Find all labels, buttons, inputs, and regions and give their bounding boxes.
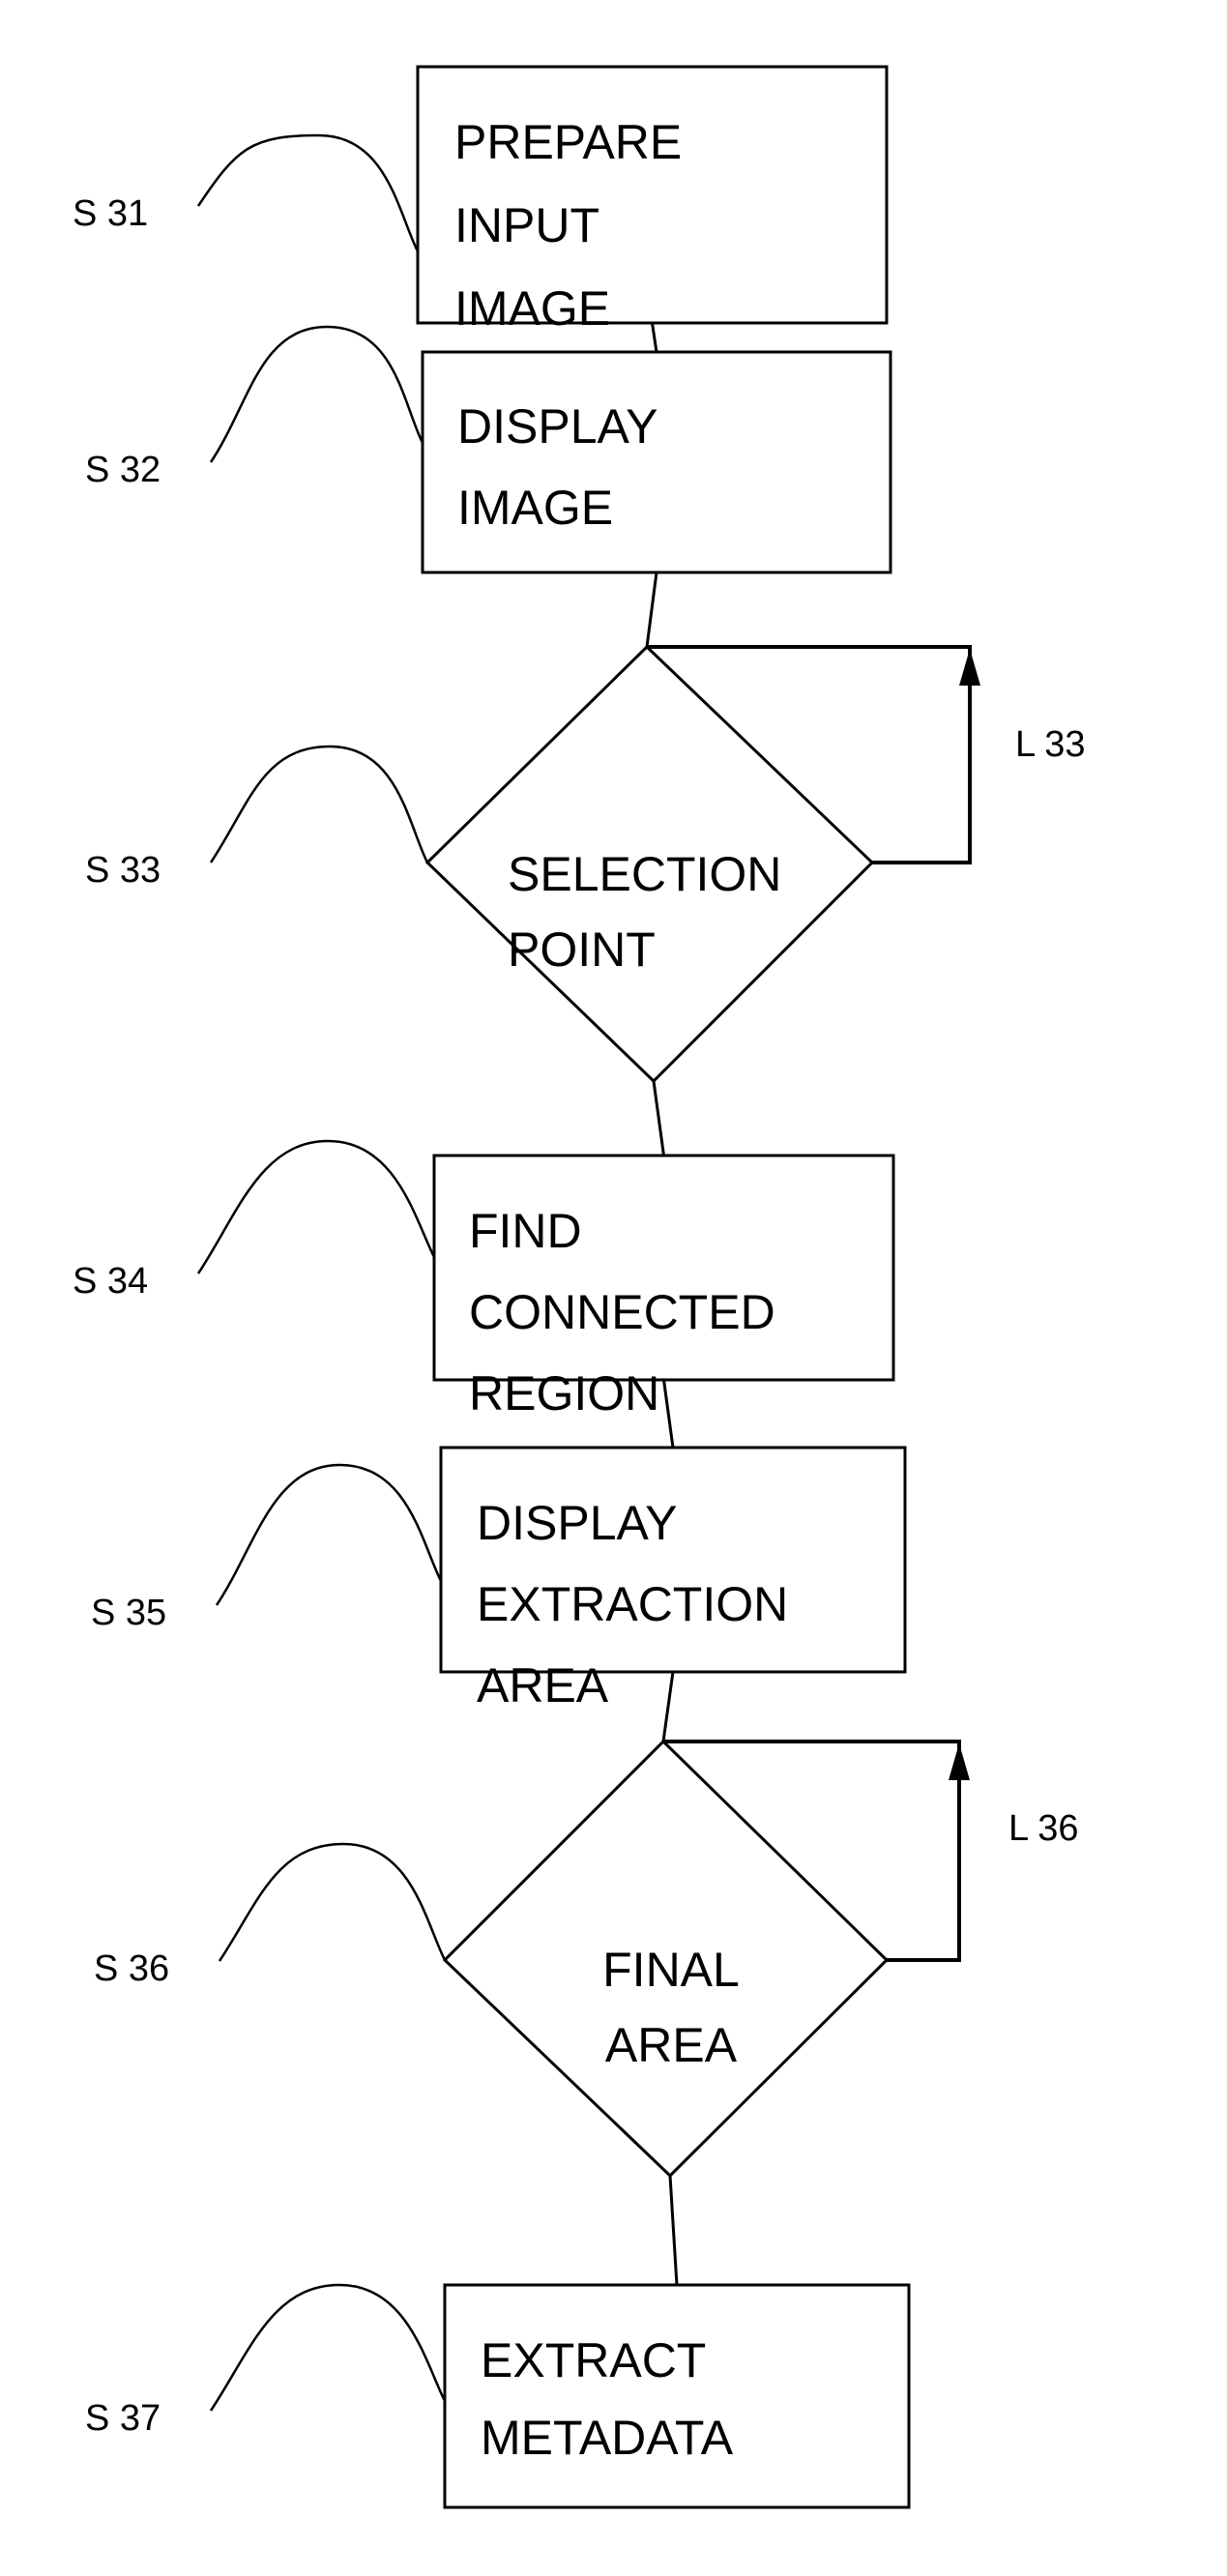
node-label-line: EXTRACTION <box>477 1577 788 1631</box>
node-label-line: AREA <box>605 2018 738 2072</box>
leader-line <box>209 745 429 864</box>
node-label-line: AREA <box>477 1658 609 1712</box>
step-ref-label: S 31 <box>73 193 148 234</box>
node-label-line: IMAGE <box>454 281 610 336</box>
node-label-line: METADATA <box>481 2411 734 2465</box>
decision-s36: FINAL AREA S 36 <box>94 1739 890 2179</box>
connector-s32-s33 <box>645 571 658 648</box>
node-label-line: POINT <box>508 922 656 977</box>
leader-line <box>218 1842 447 1962</box>
step-ref-label: S 33 <box>85 850 161 891</box>
process-box <box>421 350 892 574</box>
process-box <box>443 2283 911 2509</box>
step-ref-label: S 37 <box>85 2398 161 2439</box>
node-label-line: DISPLAY <box>477 1496 678 1550</box>
process-box <box>432 1154 895 1382</box>
arrowhead-icon <box>959 649 980 686</box>
leader-line <box>196 1139 436 1274</box>
node-label-line: FINAL <box>602 1943 740 1997</box>
decision-s33: SELECTION POINT S 33 <box>85 644 875 1084</box>
process-s32: DISPLAY IMAGE S 32 <box>85 325 892 574</box>
node-label-line: EXTRACT <box>481 2333 706 2387</box>
leader-line <box>196 133 420 252</box>
leader-line <box>215 1463 443 1606</box>
node-label-line: IMAGE <box>457 481 613 535</box>
node-label-line: INPUT <box>454 198 599 252</box>
process-s37: EXTRACT METADATA S 37 <box>85 2283 911 2509</box>
loop-label-s33: L 33 <box>1015 724 1086 765</box>
node-label-line: PREPARE <box>454 115 682 169</box>
node-label-line: FIND <box>469 1204 582 1258</box>
connector-s36-s37 <box>668 2175 679 2286</box>
node-label-line: SELECTION <box>508 847 781 901</box>
connector-s34-s35 <box>662 1379 675 1449</box>
process-s35: DISPLAY EXTRACTION AREA S 35 <box>91 1446 907 1712</box>
loop-label-s36: L 36 <box>1008 1808 1079 1849</box>
connector-s33-s34 <box>652 1080 665 1156</box>
leader-line <box>209 325 424 463</box>
flowchart: L 33 L 36 PREPARE INPUT IMAGE S 31 DISPLAY IMAG… <box>73 65 1086 2509</box>
process-box <box>439 1446 907 1674</box>
connector-s35-s36 <box>661 1671 675 1742</box>
step-ref-label: S 32 <box>85 450 161 490</box>
step-ref-label: S 36 <box>94 1948 169 1989</box>
process-s34: FIND CONNECTED REGION S 34 <box>73 1139 895 1420</box>
process-s31: PREPARE INPUT IMAGE S 31 <box>73 65 889 336</box>
leader-line <box>209 2283 447 2412</box>
node-label-line: CONNECTED <box>469 1285 775 1339</box>
step-ref-label: S 34 <box>73 1261 148 1302</box>
node-label-line: DISPLAY <box>457 399 658 454</box>
connector-s31-s32 <box>651 322 658 353</box>
arrowhead-icon <box>949 1743 970 1780</box>
node-label-line: REGION <box>469 1366 659 1420</box>
step-ref-label: S 35 <box>91 1593 166 1633</box>
